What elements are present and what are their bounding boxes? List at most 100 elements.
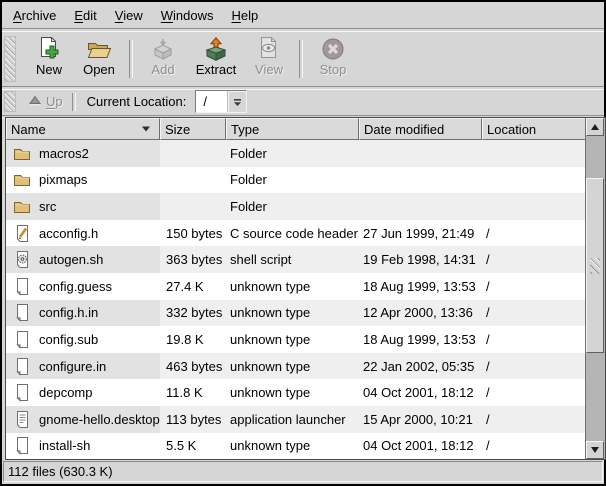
- table-row[interactable]: src Folder: [6, 193, 588, 220]
- script-icon: [13, 250, 31, 269]
- view-button-label: View: [255, 62, 283, 78]
- file-list: NameSize Type Date modified Location macros…: [5, 117, 606, 460]
- cell-date: [359, 140, 482, 167]
- cell-name: depcomp: [6, 379, 160, 406]
- cell-location: /: [482, 433, 588, 459]
- cell-location: [482, 140, 588, 167]
- document-icon: [13, 277, 31, 296]
- location-value[interactable]: /: [196, 91, 228, 112]
- file-name: config.h.in: [39, 305, 98, 320]
- table-row[interactable]: acconfig.h150 bytesC source code header2…: [6, 220, 588, 247]
- cell-location: /: [482, 220, 588, 247]
- file-name: config.sub: [39, 332, 98, 347]
- file-name: acconfig.h: [39, 226, 98, 241]
- toolbar-drag-handle[interactable]: [4, 36, 16, 82]
- cell-date: 19 Feb 1998, 14:31: [359, 246, 482, 273]
- extract-icon: [203, 35, 229, 62]
- column-header-location[interactable]: Location: [482, 118, 588, 140]
- open-button[interactable]: Open: [74, 34, 124, 83]
- cell-date: 04 Oct 2001, 18:12: [359, 433, 482, 459]
- cell-date: 15 Apr 2000, 10:21: [359, 406, 482, 433]
- table-row[interactable]: config.guess27.4 Kunknown type18 Aug 199…: [6, 273, 588, 300]
- extract-button[interactable]: Extract: [188, 34, 244, 83]
- file-name: src: [39, 199, 56, 214]
- view-icon: [257, 35, 281, 62]
- cell-location: [482, 193, 588, 220]
- column-header-label: Type: [231, 122, 259, 137]
- cell-type: unknown type: [226, 273, 359, 300]
- table-row[interactable]: config.h.in332 bytesunknown type12 Apr 2…: [6, 300, 588, 327]
- column-header-size[interactable]: Size: [160, 118, 226, 140]
- file-name: depcomp: [39, 385, 92, 400]
- current-location-label: Current Location:: [87, 94, 187, 109]
- toolbar-separator-line: [299, 40, 303, 78]
- table-row[interactable]: gnome-hello.desktop113 bytesapplication …: [6, 406, 588, 433]
- scroll-down-button[interactable]: [586, 441, 604, 459]
- menu-windows[interactable]: Windows: [152, 4, 223, 27]
- file-name: macros2: [39, 146, 89, 161]
- cell-size: 19.8 K: [160, 326, 226, 353]
- table-row[interactable]: depcomp11.8 Kunknown type04 Oct 2001, 18…: [6, 379, 588, 406]
- column-header-type[interactable]: Type: [226, 118, 359, 140]
- cell-location: /: [482, 326, 588, 353]
- cell-date: [359, 167, 482, 194]
- table-row[interactable]: autogen.sh363 bytesshell script19 Feb 19…: [6, 246, 588, 273]
- column-header-label: Location: [487, 122, 536, 137]
- cell-size: 150 bytes: [160, 220, 226, 247]
- cell-name: src: [6, 193, 160, 220]
- menu-edit[interactable]: Edit: [65, 4, 105, 27]
- menu-help[interactable]: Help: [222, 4, 267, 27]
- column-header-name[interactable]: Name: [6, 118, 160, 140]
- menu-view[interactable]: View: [106, 4, 152, 27]
- file-name: autogen.sh: [39, 252, 103, 267]
- cell-name: autogen.sh: [6, 246, 160, 273]
- menu-archive[interactable]: Archive: [4, 4, 65, 27]
- new-button[interactable]: New: [24, 34, 74, 83]
- file-name: install-sh: [39, 438, 90, 453]
- up-button-label: Up: [46, 94, 63, 109]
- up-arrow-icon: [29, 94, 41, 109]
- cell-type: Folder: [226, 193, 359, 220]
- table-row[interactable]: macros2 Folder: [6, 140, 588, 167]
- cell-size: 113 bytes: [160, 406, 226, 433]
- document-icon: [13, 330, 31, 349]
- cell-name: gnome-hello.desktop: [6, 406, 160, 433]
- add-button: Add: [138, 34, 188, 83]
- column-header-date-modified[interactable]: Date modified: [359, 118, 482, 140]
- scrollbar-trough-above[interactable]: [586, 136, 604, 178]
- cell-type: Folder: [226, 140, 359, 167]
- cell-size: 363 bytes: [160, 246, 226, 273]
- table-row[interactable]: install-sh5.5 Kunknown type04 Oct 2001, …: [6, 433, 588, 459]
- cell-type: unknown type: [226, 379, 359, 406]
- toolbar-separator-line: [129, 40, 133, 78]
- locationbar-drag-handle[interactable]: [4, 91, 16, 112]
- cell-size: [160, 167, 226, 194]
- cell-location: /: [482, 379, 588, 406]
- document-icon: [13, 357, 31, 376]
- new-icon: [37, 35, 61, 62]
- cell-size: 332 bytes: [160, 300, 226, 327]
- scroll-up-button[interactable]: [586, 118, 604, 136]
- cell-name: macros2: [6, 140, 160, 167]
- table-row[interactable]: configure.in463 bytesunknown type22 Jan …: [6, 353, 588, 380]
- desktop-icon: [13, 410, 31, 429]
- extract-button-label: Extract: [196, 62, 236, 78]
- table-row[interactable]: config.sub19.8 Kunknown type18 Aug 1999,…: [6, 326, 588, 353]
- document-icon: [13, 383, 31, 402]
- location-dropdown-button[interactable]: [228, 91, 246, 112]
- scrollbar-trough-below[interactable]: [586, 353, 604, 441]
- cell-name: acconfig.h: [6, 220, 160, 247]
- cell-size: [160, 140, 226, 167]
- cell-location: /: [482, 300, 588, 327]
- cell-date: 12 Apr 2000, 13:36: [359, 300, 482, 327]
- cell-name: config.h.in: [6, 300, 160, 327]
- table-row[interactable]: pixmapsFolder: [6, 167, 588, 194]
- locationbar-separator: [72, 93, 76, 111]
- cell-date: 18 Aug 1999, 13:53: [359, 326, 482, 353]
- folder-icon: [13, 199, 31, 214]
- add-icon: [150, 35, 176, 62]
- cell-name: configure.in: [6, 353, 160, 380]
- cell-location: /: [482, 246, 588, 273]
- file-name: configure.in: [39, 359, 106, 374]
- scrollbar-thumb[interactable]: [586, 178, 604, 353]
